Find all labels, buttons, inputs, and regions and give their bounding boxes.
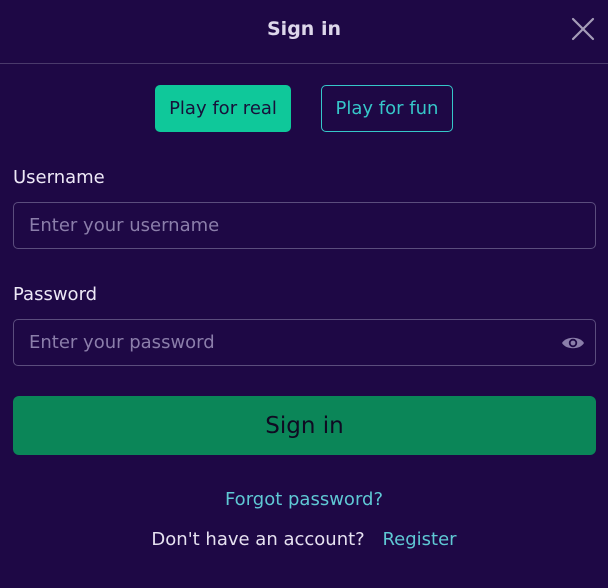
- username-field-wrapper: [13, 202, 596, 249]
- close-icon[interactable]: [570, 16, 596, 42]
- password-label: Password: [13, 284, 98, 305]
- register-row: Don't have an account? Register: [0, 529, 608, 550]
- register-link[interactable]: Register: [382, 529, 456, 550]
- password-field-wrapper: [13, 319, 596, 366]
- forgot-password-link[interactable]: Forgot password?: [0, 489, 608, 510]
- eye-icon[interactable]: [561, 332, 585, 354]
- play-for-real-button[interactable]: Play for real: [155, 85, 291, 132]
- dialog-title: Sign in: [267, 18, 341, 40]
- register-prompt: Don't have an account?: [151, 529, 365, 550]
- sign-in-button[interactable]: Sign in: [13, 396, 596, 455]
- dialog-header: Sign in: [0, 0, 608, 64]
- username-input[interactable]: [14, 203, 595, 248]
- password-input[interactable]: [14, 320, 595, 365]
- play-for-fun-button[interactable]: Play for fun: [321, 85, 453, 132]
- username-label: Username: [13, 167, 105, 188]
